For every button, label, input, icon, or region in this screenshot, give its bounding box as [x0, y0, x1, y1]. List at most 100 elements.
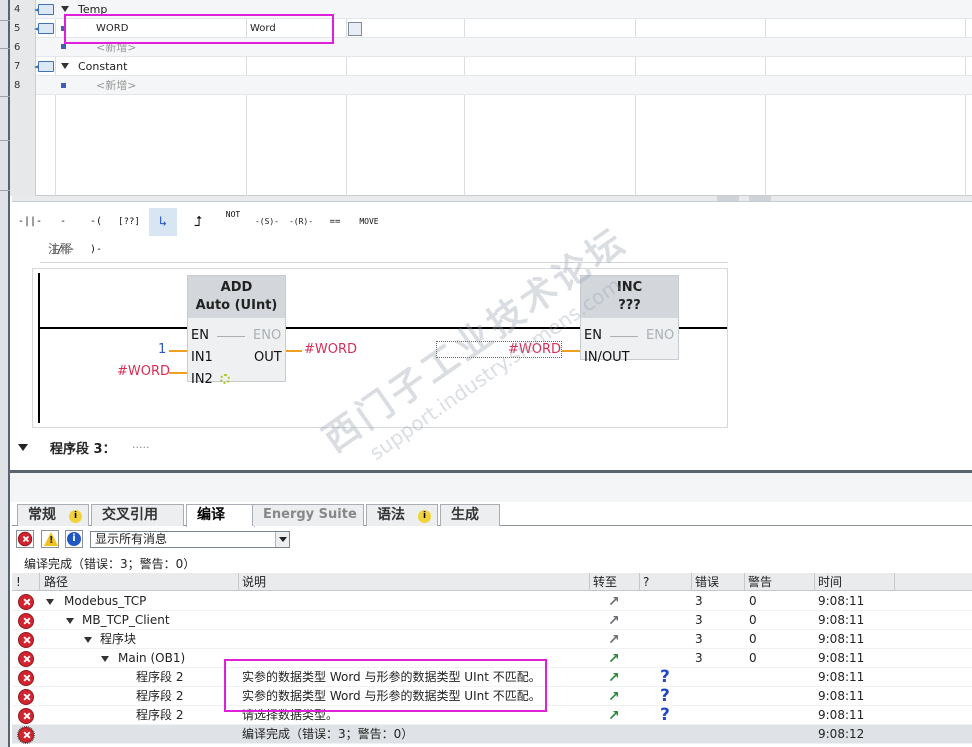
col-errors[interactable]: 错误 [695, 573, 719, 591]
info-icon: i [67, 532, 81, 546]
error-icon [18, 708, 34, 724]
pin-out: OUT [254, 350, 282, 365]
error-icon [18, 632, 34, 648]
tab-cross-reference[interactable]: 交叉引用 [91, 504, 184, 526]
tab-syntax[interactable]: 语法 i [366, 504, 438, 526]
collapse-triangle-icon[interactable] [18, 444, 28, 451]
no-contact-button[interactable]: -||- [16, 208, 44, 236]
nc-contact-button[interactable]: -|/|- [49, 208, 77, 255]
tab-general[interactable]: 常规 i [17, 504, 89, 526]
error-icon [17, 531, 33, 547]
open-branch-button[interactable]: ↳ [149, 208, 177, 236]
in2-operand[interactable]: #WORD [117, 364, 170, 379]
inout-operand-box[interactable]: #WORD [436, 341, 562, 358]
out-operand[interactable]: #WORD [304, 342, 357, 357]
pin-inout: IN/OUT [584, 350, 630, 365]
segment-3-header[interactable]: 程序段 3： ..... [12, 438, 972, 457]
inc-block[interactable]: INC ??? EN ENO IN/OUT [580, 275, 679, 365]
expand-triangle-icon[interactable] [61, 6, 69, 12]
goto-arrow-icon[interactable]: ↗ [608, 690, 620, 704]
expand-triangle-icon[interactable] [84, 637, 92, 643]
pin-in1: IN1 [191, 350, 213, 365]
goto-arrow-icon[interactable]: ↗ [608, 595, 620, 609]
error-icon [18, 651, 34, 667]
network-comment[interactable]: 注释 [48, 240, 72, 257]
goto-arrow-icon[interactable]: ↗ [608, 614, 620, 628]
filter-warnings-toggle[interactable]: ! [41, 530, 59, 548]
tab-generate[interactable]: 生成 [440, 504, 500, 526]
in1-operand[interactable]: 1 [158, 342, 166, 357]
decl-row-constant[interactable]: 7 Constant [10, 57, 972, 76]
goto-arrow-icon[interactable]: ↗ [608, 709, 620, 723]
empty-box-button[interactable]: [??] [115, 208, 143, 236]
filter-errors-toggle[interactable] [16, 530, 34, 548]
col-warnings[interactable]: 警告 [748, 573, 772, 591]
decl-row-new[interactable]: 8 <新增> [10, 76, 972, 95]
section-icon [34, 23, 54, 34]
inc-block-title: INC [616, 280, 643, 295]
expand-triangle-icon[interactable] [101, 656, 109, 662]
col-description[interactable]: 说明 [242, 573, 266, 591]
chevron-down-icon[interactable] [275, 532, 289, 547]
expand-triangle-icon[interactable] [66, 618, 74, 624]
datatype-picker-icon[interactable] [348, 22, 362, 36]
close-branch-button[interactable]: ⮥ [184, 208, 212, 236]
reset-coil-button[interactable]: -(R)- [287, 208, 315, 236]
lad-instruction-toolbar: -||- -|/|- -( )- [??] ↳ ⮥ NOT -(S)- -(R)… [12, 206, 386, 255]
table-row[interactable]: 程序块 ↗ 3 0 9:08:11 [12, 630, 972, 649]
var-bullet-icon [61, 83, 66, 88]
row-number: 7 [10, 57, 36, 76]
splitter[interactable] [12, 196, 972, 202]
section-icon [34, 4, 54, 15]
compare-button[interactable]: == [321, 208, 349, 236]
table-header: ! 路径 说明 转至 ? 错误 警告 时间 [12, 573, 972, 591]
info-icon: i [69, 510, 82, 523]
expand-triangle-icon[interactable] [46, 599, 54, 605]
col-path[interactable]: 路径 [44, 573, 68, 591]
power-rail [38, 273, 40, 423]
help-icon[interactable]: ? [660, 706, 670, 725]
row-number: 5 [10, 19, 36, 38]
table-row[interactable]: MB_TCP_Client ↗ 3 0 9:08:11 [12, 611, 972, 630]
add-input-icon[interactable] [220, 374, 230, 384]
inc-block-type[interactable]: ??? [581, 297, 678, 315]
message-filter-select[interactable]: 显示所有消息 [90, 531, 290, 548]
error-icon [18, 594, 34, 610]
inout-operand[interactable]: #WORD [508, 342, 561, 357]
segment-comment[interactable]: ..... [132, 438, 149, 451]
inspector-tabs: 常规 i 交叉引用 编译 Energy Suite 语法 i 生成 [12, 502, 972, 527]
error-icon [18, 670, 34, 686]
not-button[interactable]: NOT [219, 208, 247, 236]
move-button[interactable]: MOVE [354, 208, 384, 236]
highlight-box [64, 14, 334, 44]
help-icon[interactable]: ? [660, 687, 670, 706]
decl-add-new[interactable]: <新增> [96, 76, 136, 95]
help-icon[interactable]: ? [660, 668, 670, 687]
goto-arrow-icon[interactable]: ↗ [608, 652, 620, 666]
pin-in2: IN2 [191, 372, 213, 387]
var-bullet-icon [61, 44, 66, 49]
col-goto[interactable]: 转至 [593, 573, 617, 591]
row-number: 6 [10, 38, 36, 57]
expand-triangle-icon[interactable] [61, 63, 69, 69]
compile-status: 编译完成（错误：3；警告：0） [24, 557, 196, 571]
error-icon [17, 726, 35, 744]
goto-arrow-icon[interactable]: ↗ [608, 671, 620, 685]
coil-button[interactable]: -( )- [82, 208, 110, 255]
error-icon [18, 613, 34, 629]
ladder-network: ADD Auto (UInt) EN ENO IN1 OUT IN2 1 #WO… [32, 268, 728, 428]
col-help[interactable]: ? [643, 573, 649, 591]
table-row[interactable]: Modebus_TCP ↗ 3 0 9:08:11 [12, 592, 972, 611]
filter-info-toggle[interactable]: i [65, 530, 83, 548]
pin-en: EN [584, 328, 602, 343]
add-block[interactable]: ADD Auto (UInt) EN ENO IN1 OUT IN2 [187, 275, 286, 387]
table-row[interactable]: 编译完成（错误：3；警告：0） 9:08:12 [12, 725, 972, 744]
goto-arrow-icon[interactable]: ↗ [608, 633, 620, 647]
pin-en: EN [191, 328, 209, 343]
add-block-type[interactable]: Auto (UInt) [188, 297, 285, 315]
set-coil-button[interactable]: -(S)- [253, 208, 281, 236]
tab-energy-suite[interactable]: Energy Suite [252, 504, 364, 526]
tab-compile[interactable]: 编译 [186, 504, 255, 527]
col-time[interactable]: 时间 [818, 573, 842, 591]
error-icon [18, 689, 34, 705]
